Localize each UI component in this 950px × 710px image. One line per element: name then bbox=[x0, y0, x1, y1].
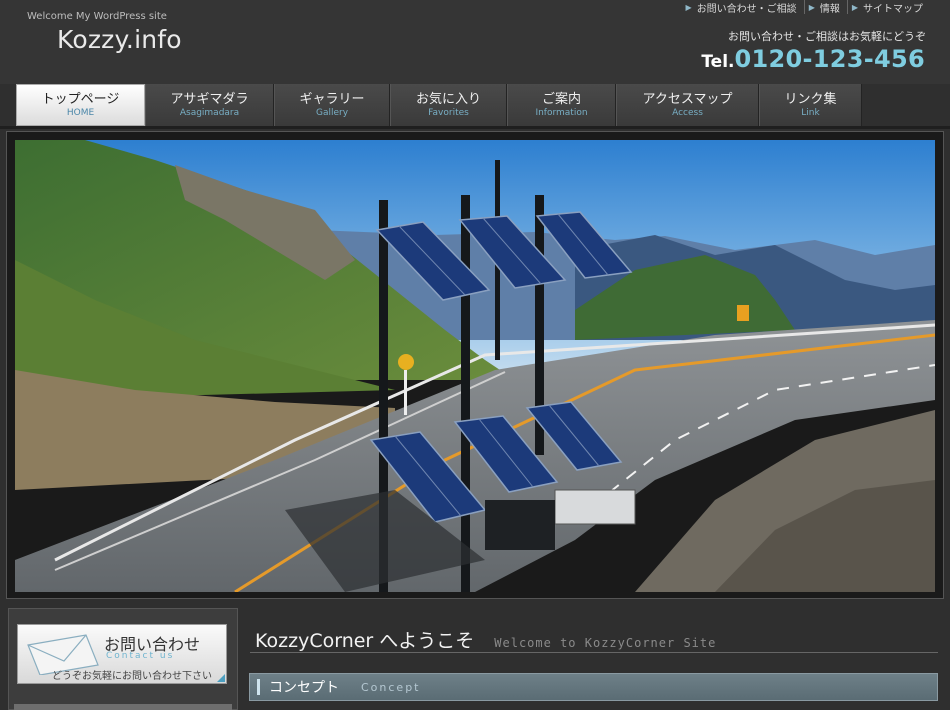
nav-label: ご案内 bbox=[541, 91, 581, 107]
contact-message: お問い合わせ・ご相談はお気軽にどうぞ bbox=[728, 30, 926, 43]
phone-number: Tel. 0120-123-456 bbox=[701, 45, 925, 73]
nav-label: アクセスマップ bbox=[642, 91, 733, 107]
hero-image bbox=[15, 140, 935, 592]
nav-label: アサギマダラ bbox=[170, 91, 249, 107]
arrow-right-icon: ▶ bbox=[808, 2, 815, 12]
section-title: コンセプト bbox=[269, 680, 339, 696]
nav-sublabel: HOME bbox=[66, 107, 95, 118]
nav-sublabel: Gallery bbox=[315, 107, 349, 118]
nav-label: リンク集 bbox=[784, 91, 837, 107]
phone-prefix: Tel. bbox=[701, 52, 735, 72]
nav-item-gallery[interactable]: ギャラリー Gallery bbox=[274, 84, 390, 126]
utility-link-contact[interactable]: ▶ お問い合わせ・ご相談 bbox=[682, 0, 804, 15]
concept-section-header: コンセプト Concept bbox=[249, 673, 938, 701]
utility-link-info[interactable]: ▶ 情報 bbox=[803, 0, 847, 15]
nav-item-access[interactable]: アクセスマップ Access bbox=[616, 84, 759, 126]
header: Welcome My WordPress site Kozzy.info ▶ お問… bbox=[0, 0, 950, 84]
nav-item-home[interactable]: トップページ HOME bbox=[16, 84, 145, 126]
contact-banner-subtitle: Contact us bbox=[106, 651, 175, 661]
sidebar-next-item bbox=[14, 704, 232, 710]
contact-banner-message: どうぞお気軽にお問い合わせ下さい bbox=[52, 671, 212, 682]
site-logo[interactable]: Kozzy.info bbox=[57, 25, 182, 54]
welcome-subtitle: Welcome to KozzyCorner Site bbox=[494, 636, 717, 650]
nav-label: トップページ bbox=[41, 91, 120, 107]
nav-item-information[interactable]: ご案内 Information bbox=[507, 84, 616, 126]
nav-sublabel: Link bbox=[801, 107, 820, 118]
section-subtitle: Concept bbox=[361, 680, 421, 694]
nav-sublabel: Access bbox=[672, 107, 703, 118]
welcome-heading: KozzyCorner へようこそ Welcome to KozzyCorner… bbox=[255, 626, 716, 653]
nav-underline bbox=[0, 126, 950, 129]
divider bbox=[250, 652, 938, 653]
utility-link-sitemap[interactable]: ▶ サイトマップ bbox=[846, 0, 930, 15]
main-nav: トップページ HOME アサギマダラ Asagimadara ギャラリー Gal… bbox=[16, 84, 862, 126]
utility-links: ▶ お問い合わせ・ご相談 ▶ 情報 ▶ サイトマップ bbox=[682, 0, 930, 15]
nav-label: ギャラリー bbox=[299, 91, 365, 107]
nav-sublabel: Information bbox=[535, 107, 588, 118]
arrow-right-icon: ▶ bbox=[851, 2, 858, 12]
solar-panels-photo bbox=[15, 140, 935, 592]
corner-arrow-icon bbox=[217, 674, 225, 682]
welcome-title: KozzyCorner へようこそ bbox=[255, 630, 475, 652]
nav-item-asagimadara[interactable]: アサギマダラ Asagimadara bbox=[145, 84, 274, 126]
nav-sublabel: Favorites bbox=[428, 107, 469, 118]
arrow-right-icon: ▶ bbox=[685, 2, 692, 12]
phone-digits: 0120-123-456 bbox=[734, 45, 925, 73]
section-marker bbox=[257, 679, 260, 695]
site-tagline: Welcome My WordPress site bbox=[27, 11, 167, 22]
nav-label: お気に入り bbox=[415, 91, 481, 107]
nav-item-link[interactable]: リンク集 Link bbox=[759, 84, 862, 126]
nav-item-favorites[interactable]: お気に入り Favorites bbox=[390, 84, 507, 126]
contact-banner[interactable]: お問い合わせ Contact us どうぞお気軽にお問い合わせ下さい bbox=[17, 624, 227, 684]
nav-sublabel: Asagimadara bbox=[179, 107, 240, 118]
